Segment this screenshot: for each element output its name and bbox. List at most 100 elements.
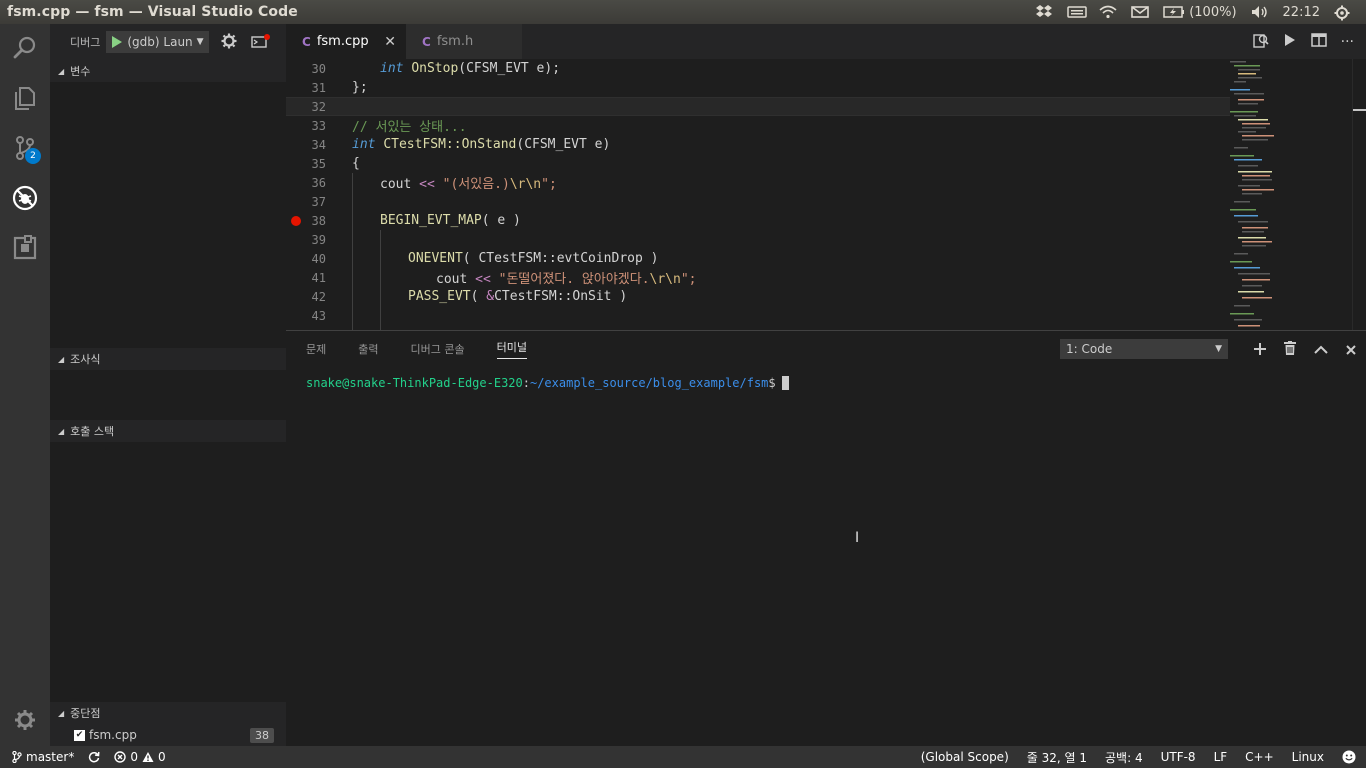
more-actions-icon[interactable]: ··· [1341, 34, 1354, 50]
cursor-position[interactable]: 줄 32, 열 1 [1027, 749, 1087, 766]
terminal-select[interactable]: 1: Code ▼ [1060, 339, 1228, 359]
panel-tabs: 문제 출력 디버그 콘솔 터미널 [306, 331, 527, 367]
breakpoints-section-header[interactable]: ◢ 중단점 [50, 702, 286, 724]
callstack-section-header[interactable]: ◢ 호출 스택 [50, 420, 286, 442]
code-text: }; [352, 80, 368, 95]
line-number: 39 [311, 232, 326, 247]
code-editor[interactable]: 30 int OnStop(CFSM_EVT e); 31 }; 32 33 /… [286, 59, 1366, 330]
scrollbar-position-marker [1353, 109, 1366, 111]
split-editor-icon[interactable] [1310, 32, 1327, 51]
collapse-triangle-icon: ◢ [58, 708, 65, 718]
kill-terminal-trash-icon[interactable] [1284, 340, 1296, 359]
variables-panel [50, 82, 286, 348]
watch-title: 조사식 [70, 353, 101, 366]
battery-indicator[interactable]: (100%) [1163, 5, 1237, 20]
tab-terminal[interactable]: 터미널 [496, 339, 527, 359]
prompt-colon: : [522, 376, 530, 390]
close-icon[interactable]: ✕ [384, 34, 396, 50]
power-gear-icon[interactable] [1334, 5, 1352, 21]
volume-icon[interactable] [1251, 5, 1269, 19]
code-text: { [352, 156, 360, 171]
explorer-icon[interactable] [0, 74, 50, 122]
callstack-panel [50, 442, 286, 702]
line-number: 37 [311, 194, 326, 209]
git-branch[interactable]: master* [12, 750, 74, 764]
indent-guide [380, 230, 381, 330]
branch-icon [12, 751, 22, 763]
end-of-line[interactable]: LF [1214, 750, 1228, 764]
open-changes-icon[interactable] [1252, 32, 1269, 52]
run-icon[interactable] [1283, 32, 1297, 51]
wifi-icon[interactable] [1099, 5, 1117, 19]
tab-fsm-h[interactable]: C fsm.h [406, 24, 522, 59]
breakpoint-item[interactable]: ✔ fsm.cpp 38 [50, 724, 286, 746]
debug-settings-gear-icon[interactable] [221, 33, 237, 52]
cpp-file-icon: C [302, 34, 311, 49]
indentation[interactable]: 공백: 4 [1105, 749, 1143, 766]
chevron-down-icon: ▼ [1215, 344, 1222, 354]
tab-fsm-cpp[interactable]: C fsm.cpp ✕ [286, 24, 406, 59]
os-top-bar: fsm.cpp — fsm — Visual Studio Code (100%… [0, 0, 1366, 24]
breakpoint-file: fsm.cpp [89, 728, 137, 742]
editor-scrollbar[interactable] [1352, 59, 1366, 330]
activity-bar: 2 [0, 24, 50, 746]
minimap[interactable] [1230, 59, 1352, 330]
scm-badge: 2 [25, 148, 41, 164]
code-line: 37 [286, 192, 1230, 211]
keyboard-icon[interactable] [1067, 5, 1087, 19]
tab-debug-console[interactable]: 디버그 콘솔 [411, 341, 465, 357]
debug-icon[interactable] [0, 174, 50, 222]
mail-icon[interactable] [1131, 5, 1150, 19]
extensions-icon[interactable] [0, 224, 50, 272]
code-line: 42 PASS_EVT( &CTestFSM::OnSit ) [286, 287, 1230, 306]
feedback-smiley-icon[interactable] [1342, 750, 1356, 764]
variables-section-header[interactable]: ◢ 변수 [50, 60, 286, 82]
terminal-prompt[interactable]: snake@snake-ThinkPad-Edge-E320: ~/example… [306, 376, 789, 390]
callstack-title: 호출 스택 [70, 425, 115, 438]
breakpoint-marker[interactable] [291, 215, 301, 226]
editor-tab-bar: C fsm.cpp ✕ C fsm.h ··· [286, 24, 1366, 59]
source-control-icon[interactable]: 2 [0, 124, 50, 172]
code-line: 35 { [286, 154, 1230, 173]
debug-console-icon[interactable] [250, 33, 271, 51]
watch-section-header[interactable]: ◢ 조사식 [50, 348, 286, 370]
launch-config-select[interactable]: (gdb) Laun ▼ [106, 31, 209, 53]
clock[interactable]: 22:12 [1283, 5, 1320, 20]
line-number: 30 [311, 61, 326, 76]
collapse-triangle-icon: ◢ [58, 426, 65, 436]
tab-problems[interactable]: 문제 [306, 341, 326, 357]
code-text: cout << "(서있음.)\r\n"; [380, 177, 557, 192]
code-line: 36 cout << "(서있음.)\r\n"; [286, 173, 1230, 193]
search-icon[interactable] [0, 24, 50, 72]
code-line: 41 cout << "돈떨어졌다. 앉아야겠다.\r\n"; [286, 268, 1230, 288]
encoding[interactable]: UTF-8 [1161, 750, 1196, 764]
prompt-symbol: $ [768, 376, 776, 390]
new-terminal-plus-icon[interactable] [1254, 340, 1266, 359]
collapse-triangle-icon: ◢ [58, 66, 65, 76]
maximize-panel-chevron-up-icon[interactable] [1314, 340, 1328, 359]
start-debug-icon[interactable] [111, 35, 123, 49]
platform[interactable]: Linux [1292, 750, 1324, 764]
language-mode[interactable]: C++ [1245, 750, 1274, 764]
indent-guide [352, 173, 353, 330]
launch-config-name: (gdb) Laun [127, 35, 193, 49]
code-text: int OnStop(CFSM_EVT e); [380, 61, 561, 76]
close-panel-icon[interactable] [1346, 340, 1356, 359]
breakpoint-line-badge: 38 [250, 727, 274, 743]
line-number: 36 [311, 175, 326, 190]
scope-indicator[interactable]: (Global Scope) [921, 750, 1009, 764]
line-number: 42 [311, 289, 326, 304]
problems-summary[interactable]: 0 0 [114, 750, 166, 764]
tab-output[interactable]: 출력 [358, 341, 378, 357]
code-line: 34 int CTestFSM::OnStand(CFSM_EVT e) [286, 135, 1230, 154]
tab-label: fsm.h [436, 34, 474, 49]
dropbox-icon[interactable] [1035, 5, 1053, 19]
manage-gear-icon[interactable] [0, 696, 50, 744]
watch-panel [50, 370, 286, 420]
cpp-file-icon: C [422, 34, 431, 49]
code-text: int CTestFSM::OnStand(CFSM_EVT e) [352, 137, 611, 152]
line-number: 32 [311, 99, 326, 114]
sync-icon[interactable] [88, 751, 100, 763]
checkbox-checked-icon[interactable]: ✔ [74, 729, 85, 741]
error-count: 0 [130, 750, 138, 764]
